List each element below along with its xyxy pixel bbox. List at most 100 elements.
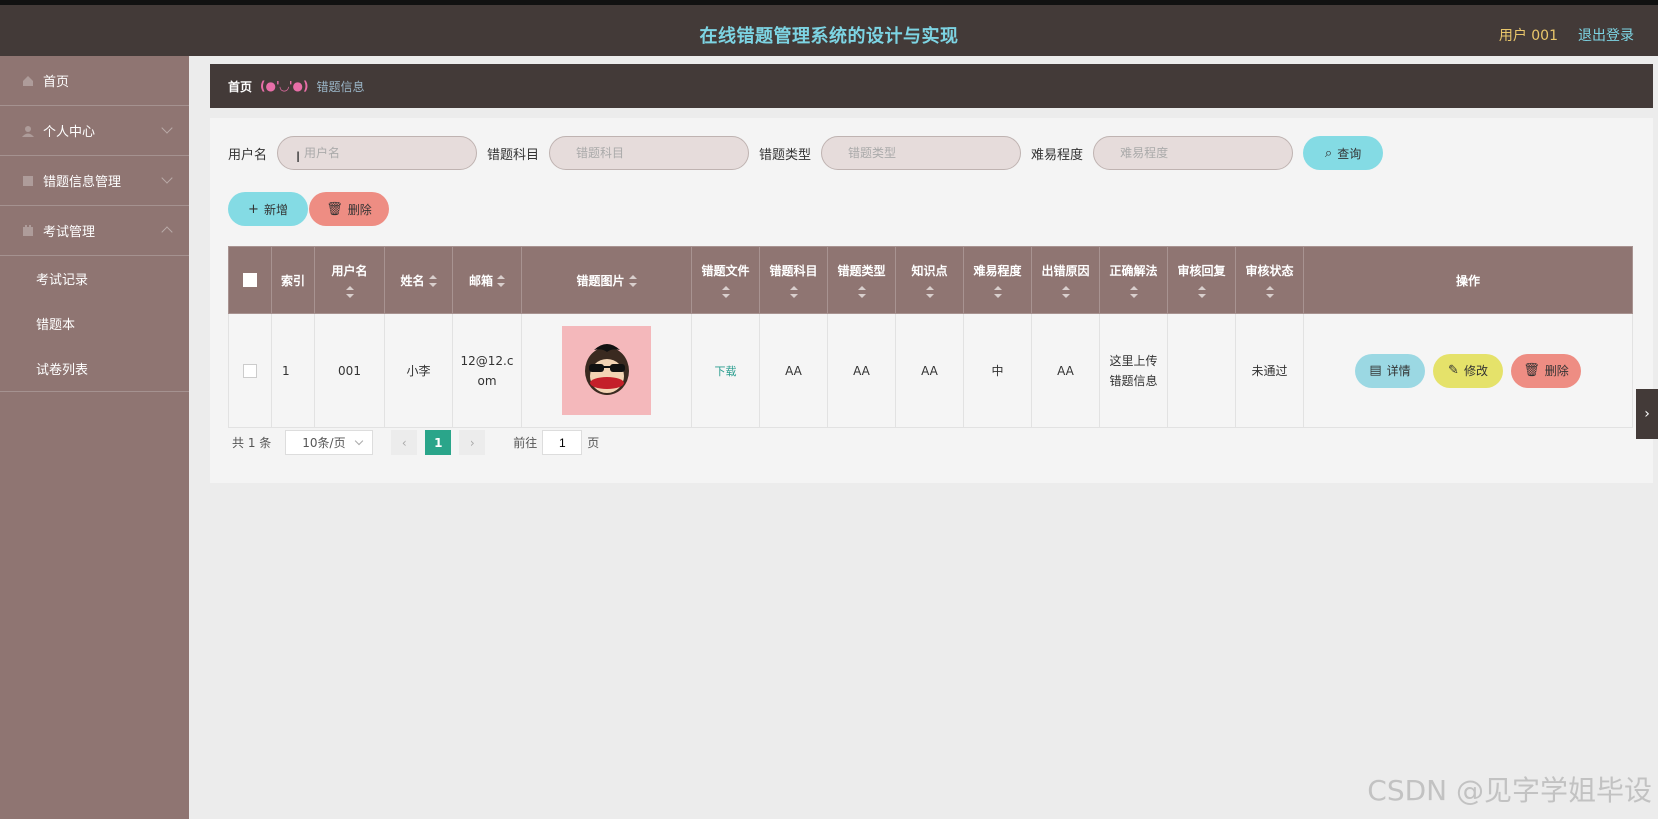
- type-cell: AA: [827, 313, 896, 428]
- chevron-right-icon: ›: [1644, 406, 1650, 422]
- action-bar: + 新增 🗑︎ 删除: [228, 192, 389, 226]
- column-header[interactable]: 用户名: [314, 246, 385, 314]
- username-cell: 001: [314, 313, 385, 428]
- sidebar-item-personal-center[interactable]: 个人中心: [0, 106, 189, 156]
- next-page-button[interactable]: ›: [459, 430, 486, 455]
- column-header[interactable]: 正确解法: [1099, 246, 1168, 314]
- current-user: 用户 001: [1498, 28, 1558, 44]
- select-all-checkbox[interactable]: [243, 273, 257, 288]
- type-label: 错题类型: [759, 147, 812, 163]
- download-link[interactable]: 下载: [715, 365, 737, 378]
- sidebar-item-home[interactable]: 首页: [0, 56, 189, 106]
- sort-icon[interactable]: [1129, 286, 1138, 298]
- column-header-label: 审核状态: [1245, 264, 1294, 278]
- difficulty-input[interactable]: [1093, 136, 1294, 170]
- logout-link[interactable]: 退出登录: [1578, 25, 1634, 45]
- column-header[interactable]: 难易程度: [963, 246, 1032, 314]
- sort-icon[interactable]: [993, 286, 1002, 298]
- column-header[interactable]: 姓名: [384, 246, 453, 314]
- column-header-label: 用户名: [331, 264, 368, 278]
- prev-page-button[interactable]: ‹: [391, 430, 418, 455]
- pencil-icon: ✎: [1448, 363, 1459, 378]
- page-size-select[interactable]: 10条/页: [285, 430, 374, 455]
- search-icon: ⌕: [1324, 145, 1333, 161]
- sort-icon[interactable]: [721, 286, 730, 298]
- delete-button-label: 删除: [347, 202, 372, 217]
- select-all-header: [228, 246, 272, 314]
- page-size-value: 10条/页: [302, 436, 346, 450]
- subject-label: 错题科目: [487, 147, 540, 163]
- sort-icon[interactable]: [789, 286, 798, 298]
- column-header: 操作: [1303, 246, 1633, 314]
- sort-icon[interactable]: [925, 286, 934, 298]
- page-number-current[interactable]: 1: [425, 430, 452, 455]
- batch-delete-button[interactable]: 🗑︎ 删除: [309, 192, 389, 226]
- type-input[interactable]: [821, 136, 1022, 170]
- row-checkbox[interactable]: [243, 363, 257, 378]
- column-header[interactable]: 知识点: [895, 246, 964, 314]
- subject-input[interactable]: [549, 136, 750, 170]
- side-panel-toggle[interactable]: ›: [1636, 389, 1658, 439]
- trash-icon: 🗑︎: [326, 201, 343, 217]
- sidebar-item-label: 考试管理: [43, 225, 96, 240]
- sidebar-item-label: 首页: [43, 75, 70, 90]
- goto-page-input[interactable]: [542, 430, 583, 455]
- sidebar-subitem-exam-records[interactable]: 考试记录: [0, 256, 189, 301]
- row-delete-button[interactable]: 🗑︎ 删除: [1511, 353, 1581, 388]
- column-header[interactable]: 错题类型: [827, 246, 896, 314]
- page-unit-label: 页: [587, 436, 600, 450]
- sort-icon[interactable]: [628, 275, 637, 287]
- column-header[interactable]: 错题文件: [691, 246, 760, 314]
- chevron-left-icon: ‹: [401, 435, 407, 450]
- solution-cell: 这里上传错题信息: [1099, 313, 1168, 428]
- sidebar: 首页 个人中心 错题信息管理 考试管理 考试记录 错题本 试卷列表: [0, 56, 190, 819]
- subject-cell: AA: [759, 313, 828, 428]
- detail-button[interactable]: ▤ 详情: [1355, 353, 1425, 388]
- column-header: 索引: [271, 246, 315, 314]
- query-button[interactable]: ⌕ 查询: [1303, 136, 1384, 170]
- column-header[interactable]: 邮箱: [452, 246, 522, 314]
- main-content: 首页 (●'◡'●) 错题信息 用户名 错题科目 错题类型 难易程度 ⌕ 查询 …: [189, 56, 1658, 819]
- column-header[interactable]: 审核状态: [1235, 246, 1304, 314]
- edit-button[interactable]: ✎ 修改: [1433, 353, 1503, 388]
- breadcrumb-home[interactable]: 首页: [228, 78, 252, 95]
- text-cursor-icon: I: [296, 150, 301, 166]
- knowledge-cell: AA: [895, 313, 964, 428]
- sidebar-item-exam-management[interactable]: 考试管理: [0, 206, 189, 256]
- email-cell: 12@12.com: [452, 313, 522, 428]
- query-button-label: 查询: [1337, 146, 1362, 161]
- sort-icon[interactable]: [345, 286, 354, 298]
- top-bar: 在线错题管理系统的设计与实现 用户 001 退出登录: [0, 0, 1658, 56]
- breadcrumb-separator: (●'◡'●): [260, 79, 309, 93]
- sort-icon[interactable]: [1061, 286, 1070, 298]
- column-header-label: 邮箱: [468, 273, 493, 288]
- content-panel: 用户名 错题科目 错题类型 难易程度 ⌕ 查询 + 新增 🗑︎ 删除: [210, 118, 1653, 483]
- row-select-cell: [228, 313, 272, 428]
- username-input[interactable]: [277, 136, 478, 170]
- table-row: 1 001 小李 12@12.com 下载 AA AA AA 中 AA 这里上传…: [228, 313, 1633, 428]
- column-header[interactable]: 错题科目: [759, 246, 828, 314]
- sidebar-subitem-wrong-book[interactable]: 错题本: [0, 301, 189, 346]
- file-cell: 下载: [691, 313, 760, 428]
- add-button[interactable]: + 新增: [228, 192, 308, 226]
- sort-icon[interactable]: [428, 275, 437, 287]
- sidebar-item-wrong-question-management[interactable]: 错题信息管理: [0, 156, 189, 206]
- app-title: 在线错题管理系统的设计与实现: [699, 26, 959, 47]
- chevron-down-icon: [355, 436, 364, 446]
- document-icon: [23, 175, 33, 186]
- column-header[interactable]: 审核回复: [1167, 246, 1236, 314]
- wrong-question-image[interactable]: [562, 326, 651, 415]
- sort-icon[interactable]: [1197, 286, 1206, 298]
- sort-icon[interactable]: [857, 286, 866, 298]
- home-icon: [23, 75, 33, 86]
- column-header-label: 错题文件: [701, 264, 750, 278]
- column-header[interactable]: 错题图片: [521, 246, 692, 314]
- sort-icon[interactable]: [497, 275, 505, 287]
- column-header[interactable]: 出错原因: [1031, 246, 1100, 314]
- image-cell: [521, 313, 692, 428]
- sidebar-item-label: 个人中心: [43, 125, 96, 140]
- goto-label: 前往: [513, 436, 538, 450]
- sidebar-subitem-paper-list[interactable]: 试卷列表: [0, 346, 189, 391]
- pagination: 共 1 条 10条/页 ‹ 1 › 前往 页: [232, 430, 599, 455]
- sort-icon[interactable]: [1265, 286, 1274, 298]
